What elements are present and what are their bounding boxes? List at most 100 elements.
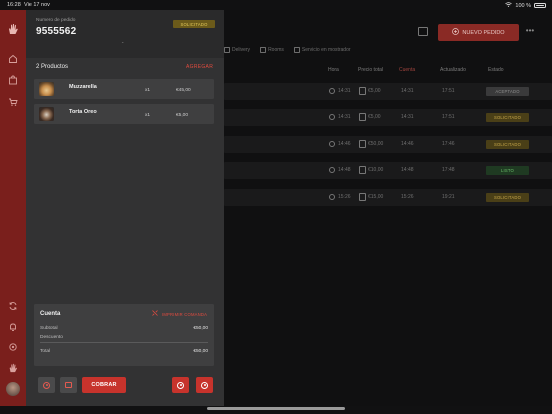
image-icon: [65, 382, 72, 388]
products-count: 2 Productos: [36, 64, 69, 70]
product-image: [39, 82, 54, 96]
chevron-down-icon[interactable]: ⌄: [121, 40, 125, 44]
divider: [40, 342, 208, 343]
row-time: 14:48: [338, 167, 351, 173]
row-updated: 19:21: [442, 194, 455, 200]
clock-icon: [329, 114, 335, 120]
column-header-total[interactable]: Precio total: [358, 67, 383, 73]
row-updated: 17:51: [442, 114, 455, 120]
row-time: 14:31: [338, 114, 351, 120]
receipt-icon: [359, 193, 366, 201]
clock-icon: [329, 194, 335, 200]
clock-icon: [329, 141, 335, 147]
add-product-button[interactable]: AGREGAR: [186, 64, 213, 70]
row-total: €15,00: [368, 194, 384, 200]
wifi-icon: [505, 2, 513, 9]
status-right: 100 %: [505, 2, 546, 9]
table-row[interactable]: 14:31 €5,00 14:31 17:51 ACEPTADO: [224, 83, 552, 100]
product-row[interactable]: Muzzarella x1 €45,00: [34, 79, 214, 99]
row-account: 14:31: [401, 88, 414, 94]
row-account: 14:31: [401, 114, 414, 120]
table-row[interactable]: 15:26 €15,00 15:26 19:21 SOLICITADO: [224, 189, 552, 206]
order-drawer: Numero de pedido 9555562 SOLICITADO ⌄ 2 …: [26, 10, 224, 406]
status-badge: SOLICITADO: [486, 113, 529, 122]
calendar-icon[interactable]: [418, 27, 428, 36]
receipt-icon: [359, 166, 366, 174]
bell-icon[interactable]: [7, 321, 19, 333]
column-header-time[interactable]: Hora: [328, 67, 339, 73]
product-price: €45,00: [176, 88, 191, 93]
hand-logo-icon[interactable]: [7, 23, 19, 35]
discount-label: Descuento: [40, 335, 63, 340]
sync-icon[interactable]: [7, 300, 19, 312]
new-order-label: NUEVO PEDIDO: [462, 29, 505, 36]
total-value: €50,00: [193, 349, 208, 354]
status-badge: SOLICITADO: [486, 193, 529, 202]
tab-delivery[interactable]: Delivery: [224, 47, 250, 53]
receipt-icon: [359, 87, 366, 95]
table-row[interactable]: 14:31 €5,00 14:31 17:51 SOLICITADO: [224, 109, 552, 126]
action-button-left[interactable]: [172, 377, 189, 393]
tab-rooms[interactable]: Rooms: [260, 47, 284, 53]
row-total: €50,00: [368, 141, 384, 147]
order-header: Numero de pedido 9555562 SOLICITADO ⌄: [26, 10, 224, 58]
receipt-icon: [359, 113, 366, 121]
avatar[interactable]: [6, 382, 20, 396]
product-qty: x1: [145, 88, 151, 93]
order-type-tabs: Delivery Rooms Servicio en mostrador: [224, 47, 351, 53]
charge-button[interactable]: COBRAR: [82, 377, 126, 393]
account-title: Cuenta: [40, 311, 61, 317]
status-date: Vie 17 nov: [24, 2, 50, 8]
account-summary: Cuenta IMPRIMIR COMANDA Subtotal €50,00 …: [34, 304, 214, 366]
print-icon[interactable]: [152, 310, 158, 316]
column-header-status[interactable]: Estado: [488, 67, 504, 73]
cancel-icon: [43, 381, 50, 389]
new-order-button[interactable]: NUEVO PEDIDO: [438, 24, 519, 41]
battery-percent: 100 %: [515, 2, 531, 9]
row-updated: 17:46: [442, 141, 455, 147]
battery-icon: [534, 3, 546, 8]
action-button-right[interactable]: [196, 377, 213, 393]
bag-icon[interactable]: [7, 74, 19, 86]
row-total: €5,00: [368, 114, 381, 120]
home-indicator[interactable]: [207, 407, 345, 410]
subtotal-value: €50,00: [193, 326, 208, 331]
app-screen: 16:28 Vie 17 nov 100 % NUEVO PEDIDO ••• …: [0, 0, 552, 414]
cancel-order-button[interactable]: [38, 377, 55, 393]
order-status-badge: SOLICITADO: [173, 20, 215, 28]
row-total: €10,00: [368, 167, 384, 173]
order-number-label: Numero de pedido: [36, 18, 76, 23]
subtotal-label: Subtotal: [40, 326, 58, 331]
home-icon[interactable]: [7, 53, 19, 65]
product-name: Muzzarella: [69, 84, 97, 90]
product-image: [39, 107, 54, 121]
row-total: €5,00: [368, 88, 381, 94]
product-qty: x1: [145, 113, 151, 118]
row-updated: 17:48: [442, 167, 455, 173]
table-row[interactable]: 14:48 €10,00 14:48 17:48 LISTO: [224, 162, 552, 179]
product-row[interactable]: Torta Oreo x1 €5,00: [34, 104, 214, 124]
product-price: €5,00: [176, 113, 189, 118]
orders-background: NUEVO PEDIDO ••• Delivery Rooms Servicio…: [224, 10, 552, 406]
plus-circle-icon: [452, 28, 460, 37]
status-bar: 16:28 Vie 17 nov 100 %: [0, 0, 552, 10]
print-order-button[interactable]: IMPRIMIR COMANDA: [162, 312, 207, 317]
column-header-updated[interactable]: Actualizado: [440, 67, 466, 73]
more-icon[interactable]: •••: [525, 24, 535, 41]
product-name: Torta Oreo: [69, 109, 97, 115]
clock-icon: [329, 167, 335, 173]
settings-icon[interactable]: [7, 341, 19, 353]
photo-button[interactable]: [60, 377, 77, 393]
status-badge: ACEPTADO: [486, 87, 529, 96]
hand-icon[interactable]: [7, 362, 19, 374]
record-icon: [201, 381, 208, 389]
row-time: 14:31: [338, 88, 351, 94]
column-header-account[interactable]: Cuenta: [399, 67, 415, 73]
row-account: 15:26: [401, 194, 414, 200]
tab-counter-service[interactable]: Servicio en mostrador: [294, 47, 351, 53]
sidebar-rail: [0, 10, 26, 406]
cart-icon[interactable]: [7, 96, 19, 108]
table-row[interactable]: 14:46 €50,00 14:46 17:46 SOLICITADO: [224, 136, 552, 153]
row-time: 14:46: [338, 141, 351, 147]
row-time: 15:26: [338, 194, 351, 200]
